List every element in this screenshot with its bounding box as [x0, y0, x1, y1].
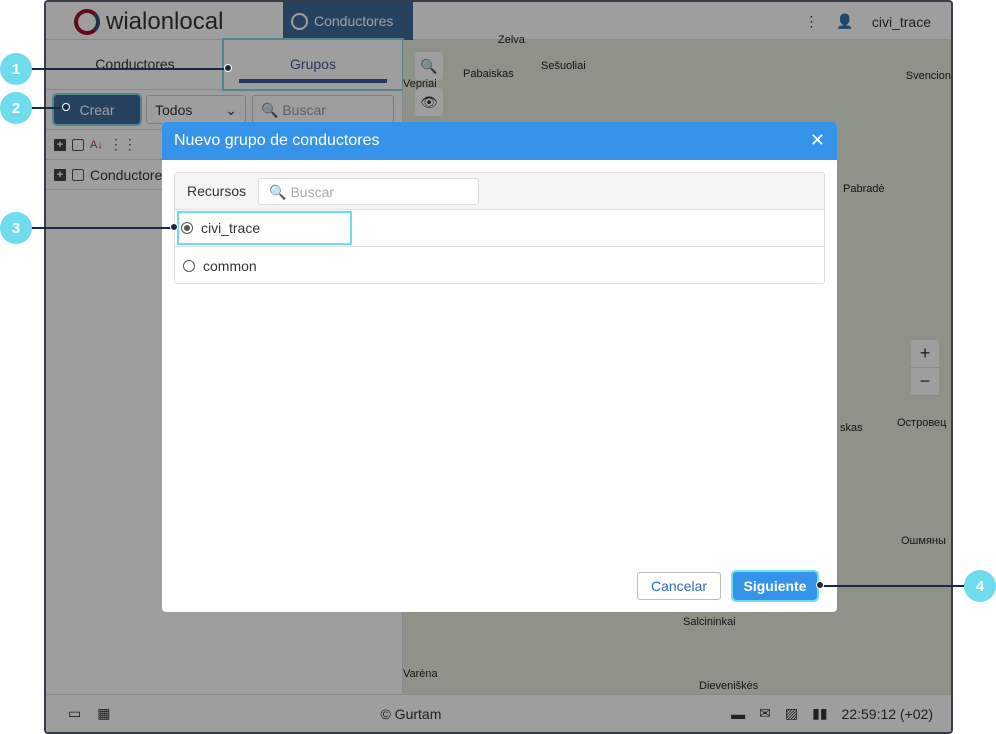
search-placeholder: Buscar: [290, 183, 335, 200]
map-label: Sešuoliai: [541, 60, 586, 72]
map-label: Островец: [897, 417, 947, 429]
close-icon[interactable]: ✕: [810, 130, 825, 151]
map-search-icon[interactable]: 🔍: [415, 52, 443, 80]
map-label: Dieveniškės: [699, 680, 759, 692]
dialog-title: Nuevo grupo de conductores: [174, 132, 380, 149]
row-checkbox[interactable]: [72, 168, 84, 181]
resource-option[interactable]: common: [175, 247, 824, 284]
radio-selected[interactable]: [181, 222, 193, 234]
user-icon[interactable]: 👤: [836, 13, 853, 30]
steering-wheel-icon: [291, 12, 308, 30]
radio[interactable]: [183, 259, 195, 272]
cancel-button[interactable]: Cancelar: [637, 572, 721, 600]
clock: 22:59:12 (+02): [841, 705, 933, 722]
expand-icon[interactable]: +: [54, 168, 66, 181]
callout-4: 4: [964, 570, 996, 602]
image-icon[interactable]: ▨: [785, 705, 798, 722]
map-label: Salcininkai: [683, 616, 736, 628]
tree-icon[interactable]: ⋮⋮: [109, 136, 137, 153]
callout-2: 2: [0, 92, 32, 124]
logo-icon: [74, 9, 100, 35]
bottom-bar: ▭ ▦ © Gurtam ▬ ✉ ▨ ▮▮ 22:59:12 (+02): [46, 694, 951, 732]
panel-toggle-icon[interactable]: ▭: [68, 705, 81, 722]
search-input[interactable]: 🔍 Buscar: [252, 95, 394, 124]
logo-text: wialonlocal: [106, 8, 224, 35]
chevron-down-icon: ⌄: [225, 102, 237, 118]
callout-3: 3: [0, 212, 32, 244]
nav-tab-drivers[interactable]: Conductores: [283, 2, 413, 40]
filter-value: Todos: [155, 102, 193, 118]
map-label: Zelva: [498, 34, 525, 46]
filter-select[interactable]: Todos ⌄: [146, 95, 246, 124]
option-label: civi_trace: [201, 220, 261, 236]
tab-conductores[interactable]: Conductores: [46, 40, 224, 89]
logo: wialonlocal: [74, 8, 223, 36]
group-row-label: Conductores: [90, 166, 170, 183]
messages-icon[interactable]: ✉: [759, 705, 771, 722]
zoom-in-button[interactable]: +: [911, 340, 939, 368]
select-all-checkbox[interactable]: [72, 138, 84, 151]
tab-grupos[interactable]: Grupos: [222, 38, 404, 91]
layout-icon[interactable]: ▮▮: [812, 705, 827, 722]
create-button[interactable]: Crear: [52, 93, 142, 126]
new-driver-group-dialog: Nuevo grupo de conductores ✕ Recursos 🔍 Bu…: [162, 122, 837, 612]
map-label: Svencion: [905, 70, 951, 82]
callout-1: 1: [0, 53, 32, 85]
notifications-icon[interactable]: ▬: [731, 706, 745, 722]
search-placeholder: Buscar: [282, 102, 326, 118]
map-label: Varėna: [403, 668, 438, 680]
zoom-out-button[interactable]: −: [911, 368, 939, 396]
nav-tab-label: Conductores: [314, 13, 394, 29]
next-button[interactable]: Siguiente: [731, 570, 819, 602]
map-label: Vepriai: [403, 78, 437, 90]
eye-icon[interactable]: 👁: [415, 88, 443, 116]
more-menu-icon[interactable]: ⋮: [804, 13, 818, 30]
map-label: Pabradė: [843, 183, 885, 195]
apps-grid-icon[interactable]: ▦: [97, 705, 110, 722]
map-label: skas: [840, 422, 863, 434]
resources-label: Recursos: [187, 183, 247, 199]
copyright: © Gurtam: [380, 705, 442, 722]
expand-all-icon[interactable]: +: [54, 138, 66, 151]
option-label: common: [203, 257, 257, 274]
map-label: Pabaiskas: [463, 68, 514, 80]
username[interactable]: civi_trace: [872, 14, 931, 30]
resource-option[interactable]: civi_trace: [176, 211, 353, 245]
resource-search-input[interactable]: 🔍 Buscar: [258, 177, 480, 205]
map-label: Ошмяны: [901, 535, 946, 547]
sort-az-icon[interactable]: A↓: [90, 139, 103, 151]
